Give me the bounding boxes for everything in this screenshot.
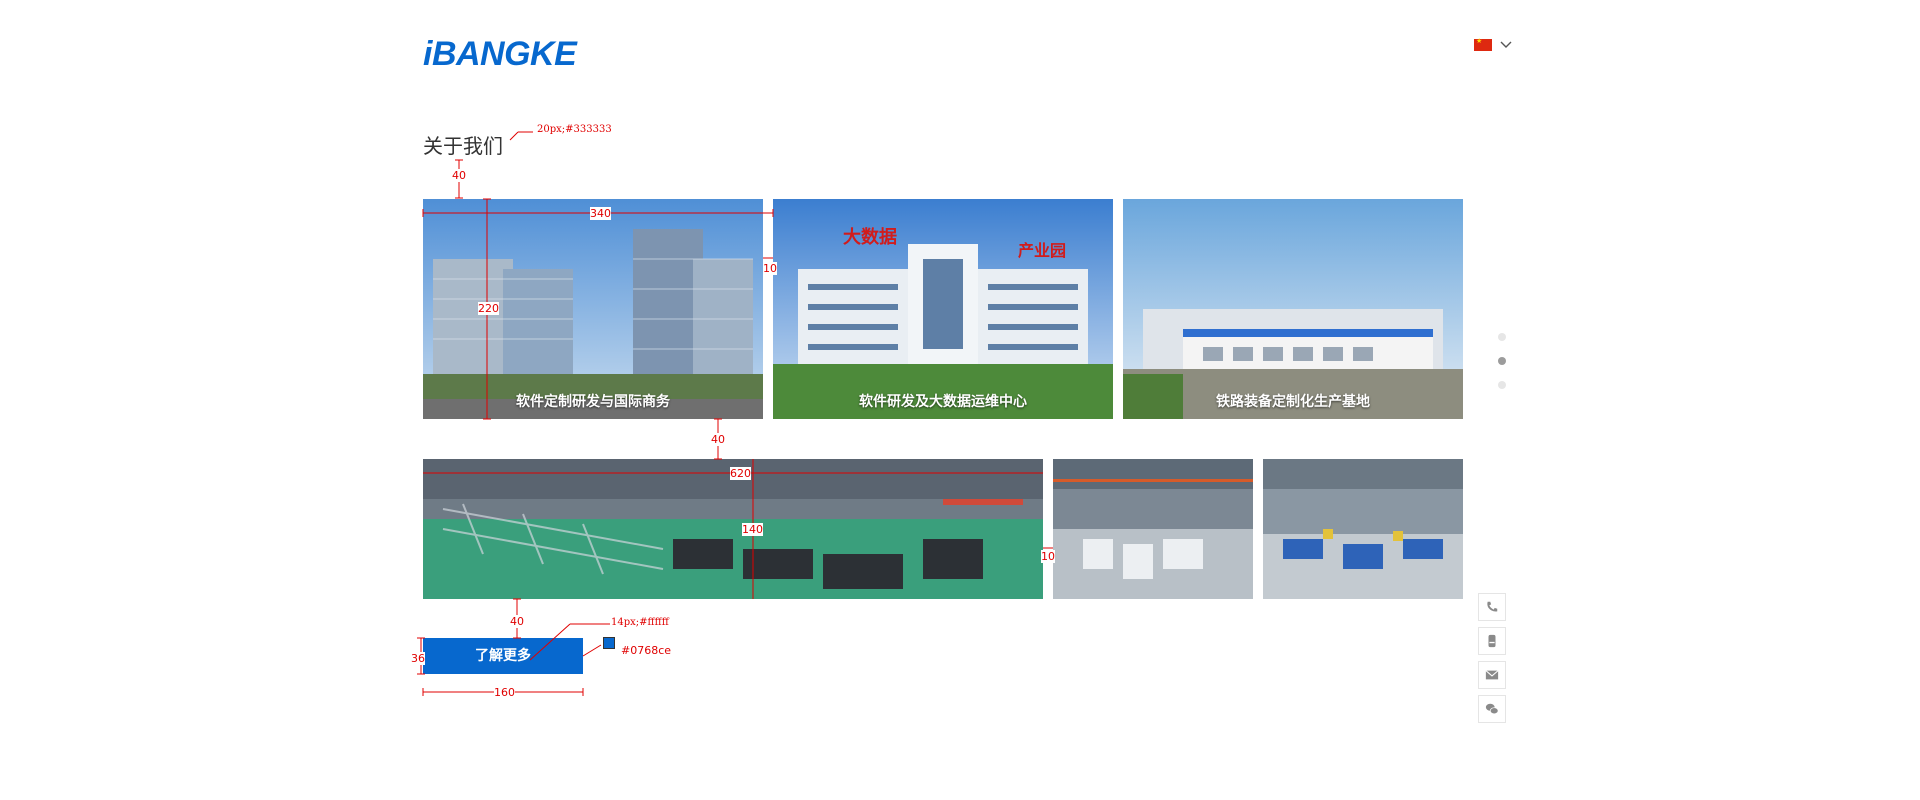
language-switcher[interactable] [1474, 37, 1514, 54]
annotation-button-height: 36 [411, 652, 425, 665]
brand-color-swatch [603, 637, 615, 649]
cn-flag-icon [1474, 37, 1492, 51]
photo-caption: 软件定制研发与国际商务 [516, 394, 670, 410]
photo-workshop[interactable] [1263, 459, 1463, 599]
photo-factory-wide[interactable] [423, 459, 1043, 599]
annotation-gap-rows: 40 [711, 433, 725, 446]
photo-caption: 软件研发及大数据运维中心 [859, 394, 1027, 410]
wechat-button[interactable] [1478, 695, 1506, 723]
annotation-button-width: 160 [494, 686, 515, 699]
chevron-down-icon [1500, 41, 1512, 48]
pagination-dot-3[interactable] [1498, 381, 1506, 389]
photo-railway-base[interactable]: 铁路装备定制化生产基地 [1123, 199, 1463, 419]
wechat-icon [1485, 703, 1499, 715]
annotation-gutter-top: 10 [763, 262, 777, 275]
mail-button[interactable] [1478, 661, 1506, 689]
workshop-image [1263, 459, 1463, 599]
assembly-line-image [1053, 459, 1253, 599]
photo-assembly-line[interactable] [1053, 459, 1253, 599]
office-towers-image [423, 199, 763, 419]
sign-left: 大数据 [843, 227, 897, 248]
annotation-gap-button: 40 [510, 615, 524, 628]
annotation-button-color: #0768ce [621, 644, 672, 657]
annotation-width-bottom: 620 [730, 467, 751, 480]
annotation-title-spec: 20px;#333333 [537, 124, 612, 135]
phone-icon [1487, 601, 1498, 612]
pagination-dot-1[interactable] [1498, 333, 1506, 341]
mail-icon [1485, 670, 1499, 680]
mobile-button[interactable] [1478, 627, 1506, 655]
annotation-gutter-bottom: 10 [1041, 550, 1055, 563]
railway-base-image [1123, 199, 1463, 419]
factory-wide-image [423, 459, 1043, 599]
mobile-icon [1488, 634, 1496, 648]
annotation-gap-title: 40 [452, 169, 466, 182]
section-title: 关于我们 [423, 134, 503, 158]
photo-caption: 铁路装备定制化生产基地 [1216, 394, 1370, 410]
brand-logo[interactable]: iBANGKE [423, 34, 577, 74]
annotation-button-text-spec: 14px;#ffffff [611, 617, 669, 628]
annotation-height-bottom: 140 [742, 523, 763, 536]
data-center-image [773, 199, 1113, 419]
photo-data-center[interactable]: 大数据 产业园 软件研发及大数据运维中心 [773, 199, 1113, 419]
annotation-width-top: 340 [590, 207, 611, 220]
phone-button[interactable] [1478, 593, 1506, 621]
learn-more-button[interactable]: 了解更多 [423, 638, 583, 674]
pagination-dot-2[interactable] [1498, 357, 1506, 365]
photo-office-towers[interactable]: 软件定制研发与国际商务 [423, 199, 763, 419]
sign-right: 产业园 [1018, 241, 1067, 260]
annotation-height-top: 220 [478, 302, 499, 315]
